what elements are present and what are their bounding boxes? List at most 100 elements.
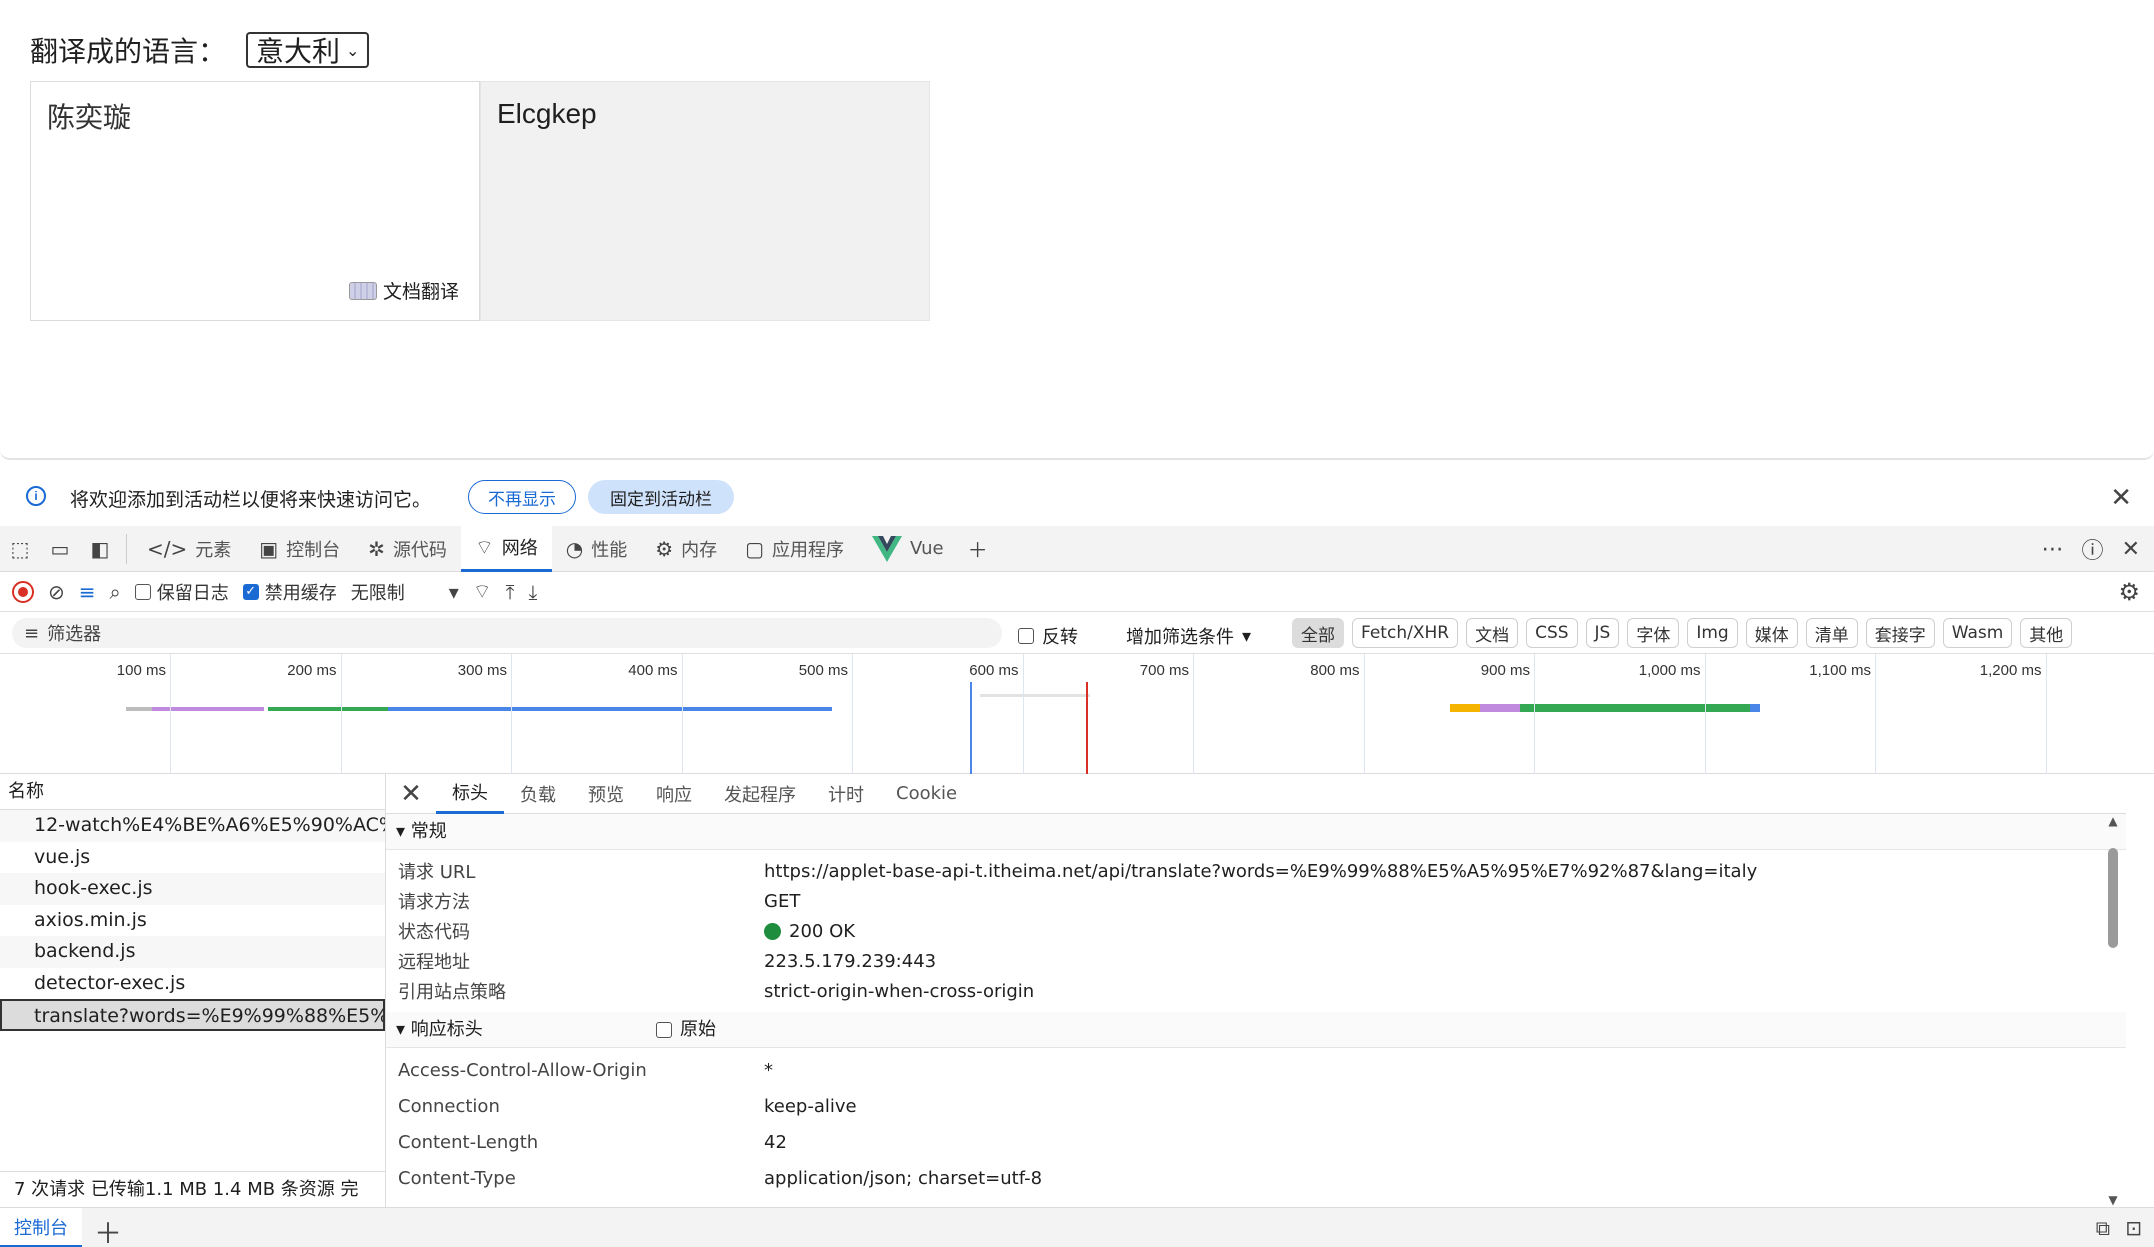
request-row[interactable]: hook-exec.js (0, 873, 385, 905)
disable-cache-label: 禁用缓存 (264, 582, 337, 604)
preserve-log-checkbox[interactable]: 保留日志 (134, 579, 229, 605)
tab-preview[interactable]: 预览 (572, 774, 640, 814)
gauge-icon: ◔ (565, 536, 584, 561)
chip-all[interactable]: 全部 (1292, 618, 1344, 648)
close-details-icon[interactable]: ✕ (386, 779, 436, 809)
doc-translate-link[interactable]: 文档翻译 (348, 277, 459, 304)
chip-manifest[interactable]: 清单 (1805, 618, 1858, 648)
header-value: * (764, 1059, 773, 1081)
tab-vue[interactable]: Vue (858, 526, 958, 572)
checkbox-icon (1018, 628, 1034, 644)
tab-payload[interactable]: 负载 (504, 774, 572, 814)
tab-console[interactable]: ▣ 控制台 (245, 526, 354, 572)
throttle-select[interactable]: 无限制 (351, 579, 405, 605)
search-icon[interactable]: ⌕ (110, 580, 121, 604)
details-scrollbar[interactable]: ▲ ▼ (2106, 814, 2120, 1207)
scroll-up-icon[interactable]: ▲ (2106, 814, 2120, 828)
devtools-tabbar: ⬚ ▭ ◧ </> 元素 ▣ 控制台 ✲ 源代码 ⌔ 网络 ◔ 性能 ⚙ 内存 ▢ 应用程序 … (0, 525, 2154, 572)
tab-response[interactable]: 响应 (640, 774, 708, 814)
header-key: 远程地址 (398, 952, 470, 973)
chip-other[interactable]: 其他 (2020, 618, 2073, 648)
dock-drawer-icon[interactable]: ⧉ (2096, 1216, 2110, 1240)
help-icon[interactable]: ⓘ (2082, 533, 2104, 565)
divider (126, 533, 127, 564)
record-icon[interactable] (12, 580, 34, 603)
request-list: 名称 12-watch%E4%BE%A6%E5%90%AC%... vue.js… (0, 774, 386, 1171)
pin-button[interactable]: 固定到活动栏 (588, 480, 734, 514)
close-icon[interactable]: ✕ (2110, 482, 2132, 513)
chip-img[interactable]: Img (1687, 618, 1738, 648)
settings-gear-icon[interactable]: ⚙ (2118, 578, 2140, 606)
network-toolbar: ⊘ ≡ ⌕ 保留日志 ✓ 禁用缓存 无限制 ▾ ⌔ ⤒ ⤓ ⚙ (0, 572, 2154, 612)
timeline-tick-label: 300 ms (457, 662, 507, 679)
filter-icon[interactable]: ≡ (79, 580, 96, 604)
close-devtools-icon[interactable]: ✕ (2122, 537, 2140, 562)
notification-bar: i 将欢迎添加到活动栏以便将来快速访问它。 不再显示 固定到活动栏 ✕ (0, 468, 2154, 526)
chip-css[interactable]: CSS (1526, 618, 1578, 648)
clear-icon[interactable]: ⊘ (48, 580, 65, 604)
raw-label: 原始 (680, 1019, 716, 1040)
add-tab-icon[interactable]: ＋ (958, 526, 998, 572)
chip-fetch-xhr[interactable]: Fetch/XHR (1352, 618, 1459, 648)
chip-socket[interactable]: 套接字 (1865, 618, 1935, 648)
invert-checkbox[interactable]: 反转 (1018, 623, 1078, 649)
tab-network[interactable]: ⌔ 网络 (460, 525, 552, 572)
upload-icon[interactable]: ⤒ (506, 580, 515, 604)
dock-icon[interactable]: ◧ (80, 526, 120, 572)
dismiss-button[interactable]: 不再显示 (468, 480, 576, 514)
request-row[interactable]: backend.js (0, 936, 385, 968)
source-textarea[interactable]: 陈奕璇 文档翻译 (30, 81, 480, 321)
tab-sources[interactable]: ✲ 源代码 (354, 526, 461, 572)
drawer-tab-console[interactable]: 控制台 (0, 1208, 82, 1247)
chip-js[interactable]: JS (1585, 618, 1620, 648)
timeline-gridline (340, 654, 342, 774)
tab-headers[interactable]: 标头 (436, 774, 504, 814)
raw-checkbox[interactable]: 原始 (656, 1012, 716, 1048)
scroll-down-icon[interactable]: ▼ (2106, 1193, 2120, 1207)
filter-bar: ≡ 筛选器 反转 增加筛选条件 ▾ 全部 Fetch/XHR 文档 CSS JS … (0, 612, 2154, 654)
response-headers-section-header[interactable]: ▾ 响应标头 原始 (386, 1012, 2126, 1048)
timeline-gridline (1193, 654, 1194, 774)
add-drawer-tab-icon[interactable]: ＋ (94, 1212, 122, 1247)
dropdown-icon[interactable]: ▾ (449, 580, 459, 604)
checkbox-checked-icon: ✓ (242, 583, 259, 600)
chip-wasm[interactable]: Wasm (1942, 618, 2013, 648)
request-row[interactable]: 12-watch%E4%BE%A6%E5%90%AC%... (0, 810, 385, 842)
more-icon[interactable]: ⋯ (2042, 537, 2064, 562)
timeline-gridline (511, 654, 512, 774)
tab-performance[interactable]: ◔ 性能 (552, 526, 641, 572)
tab-label: 网络 (501, 538, 538, 559)
general-section-header[interactable]: ▾ 常规 (386, 814, 2126, 850)
chip-media[interactable]: 媒体 (1745, 618, 1798, 648)
filter-input[interactable]: ≡ 筛选器 (12, 618, 1002, 648)
network-summary: 7 次请求 已传输1.1 MB 1.4 MB 条资源 完 (0, 1171, 386, 1207)
add-filter-dropdown[interactable]: 增加筛选条件 ▾ (1126, 623, 1251, 649)
download-icon[interactable]: ⤓ (528, 580, 537, 604)
expand-drawer-icon[interactable]: ⊡ (2125, 1216, 2142, 1240)
language-select[interactable]: 意大利 ⌄ (246, 32, 370, 68)
tab-cookies[interactable]: Cookie (880, 774, 973, 814)
inspect-icon[interactable]: ⬚ (0, 526, 40, 572)
request-row[interactable]: detector-exec.js (0, 968, 385, 1000)
disable-cache-checkbox[interactable]: ✓ 禁用缓存 (242, 579, 337, 605)
request-row[interactable]: axios.min.js (0, 905, 385, 937)
request-row-selected[interactable]: translate?words=%E9%99%88%E5%A... (0, 999, 385, 1031)
tab-elements[interactable]: </> 元素 (133, 526, 245, 572)
bug-icon: ✲ (368, 536, 385, 561)
tab-timing[interactable]: 计时 (812, 774, 880, 814)
tab-memory[interactable]: ⚙ 内存 (641, 526, 731, 572)
scrollbar-thumb[interactable] (2108, 848, 2118, 948)
network-conditions-icon[interactable]: ⌔ (473, 579, 492, 604)
request-row[interactable]: vue.js (0, 842, 385, 874)
tab-initiator[interactable]: 发起程序 (708, 774, 812, 814)
network-timeline[interactable]: 100 ms 200 ms 300 ms 400 ms 500 ms 600 ms 700 … (0, 654, 2154, 774)
name-column-header[interactable]: 名称 (0, 774, 385, 810)
header-key: 状态代码 (398, 922, 470, 943)
timeline-tick-label: 900 ms (1480, 662, 1530, 679)
chip-doc[interactable]: 文档 (1466, 618, 1519, 648)
timeline-gridline (2045, 654, 2047, 774)
chip-font[interactable]: 字体 (1627, 618, 1680, 648)
header-value: application/json; charset=utf-8 (764, 1167, 1043, 1189)
device-toggle-icon[interactable]: ▭ (40, 526, 80, 572)
tab-application[interactable]: ▢ 应用程序 (731, 526, 858, 572)
